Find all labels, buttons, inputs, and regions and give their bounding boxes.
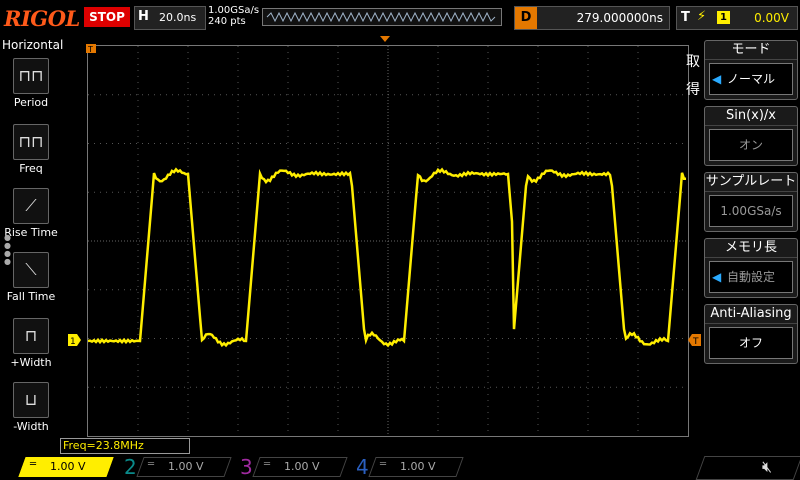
- measure-freq[interactable]: ⊓⊓ Freq: [0, 124, 62, 175]
- trigger-time-marker-icon: [380, 36, 390, 42]
- horizontal-measure-panel: Horizontal ⊓⊓ Period ⊓⊓ Freq ⟋ Rise Time…: [0, 38, 64, 448]
- channel-2-tab[interactable]: 2 ═ 1.00 V: [118, 454, 233, 480]
- freq-icon: ⊓⊓: [13, 124, 49, 160]
- trigger-channel: 1: [717, 11, 730, 24]
- overview-wave-icon: [266, 11, 496, 23]
- measure-negative-width[interactable]: ⊔ -Width: [0, 382, 62, 433]
- mode-softkey[interactable]: モード ◀ ノーマル: [704, 40, 798, 100]
- waveform-overview-bar: [262, 8, 502, 26]
- measure-period[interactable]: ⊓⊓ Period: [0, 58, 62, 109]
- trigger-box[interactable]: T ⚡ 1 0.00V: [676, 6, 798, 30]
- delay-box[interactable]: D 279.000000ns: [514, 6, 670, 30]
- dc-coupling-icon: ═: [148, 459, 155, 470]
- timebase-key: H: [138, 9, 149, 24]
- dc-coupling-icon: ═: [30, 459, 37, 470]
- sinx-value: オン: [709, 129, 793, 161]
- panel-title: Horizontal: [2, 38, 64, 52]
- memory-depth-value: ◀ 自動設定: [709, 261, 793, 293]
- status-area: [695, 456, 800, 480]
- page-dots-icon: ● ● ● ●: [4, 233, 11, 266]
- dc-coupling-icon: ═: [264, 459, 271, 470]
- speaker-mute-icon[interactable]: 🔇︎: [762, 457, 772, 477]
- brand-logo: RIGOL: [4, 6, 80, 31]
- svg-text:T: T: [87, 45, 93, 54]
- svg-text:1: 1: [70, 337, 76, 346]
- measure-positive-width[interactable]: ⊓ +Width: [0, 318, 62, 369]
- anti-aliasing-value: オフ: [709, 327, 793, 359]
- mode-value: ◀ ノーマル: [709, 63, 793, 95]
- timebase-box[interactable]: H 20.0ns: [134, 6, 206, 30]
- sample-rate-softkey[interactable]: サンプルレート 1.00GSa/s: [704, 172, 798, 232]
- frequency-readout: Freq=23.8MHz: [60, 438, 190, 454]
- memory-depth-softkey[interactable]: メモリ長 ◀ 自動設定: [704, 238, 798, 298]
- rise-time-icon: ⟋: [13, 188, 49, 224]
- trigger-position-marker-icon: T: [86, 44, 96, 54]
- channel-bar: 1 ═ 1.00 V 2 ═ 1.00 V 3 ═ 1.00 V 4 ═ 1.0…: [0, 454, 800, 480]
- select-arrow-icon: ◀: [712, 270, 722, 284]
- negative-width-icon: ⊔: [13, 382, 49, 418]
- run-stop-button[interactable]: STOP: [84, 7, 130, 27]
- trigger-key: T: [681, 10, 690, 25]
- measure-rise-time[interactable]: ⟋ Rise Time: [0, 188, 62, 239]
- delay-key: D: [515, 7, 537, 29]
- trigger-level-marker-icon[interactable]: T: [688, 334, 702, 346]
- sample-rate: 1.00GSa/s: [208, 5, 260, 16]
- timebase-value: 20.0ns: [159, 11, 197, 24]
- trigger-level: 0.00V: [754, 11, 789, 25]
- delay-value: 279.000000ns: [576, 11, 663, 25]
- sample-rate-value: 1.00GSa/s: [709, 195, 793, 227]
- acquire-menu-label: 取得: [686, 54, 700, 98]
- sample-info: 1.00GSa/s 240 pts: [208, 5, 259, 27]
- positive-width-icon: ⊓: [13, 318, 49, 354]
- fall-time-icon: ⟍: [13, 252, 49, 288]
- waveform-display[interactable]: [87, 45, 689, 437]
- channel1-ground-marker-icon[interactable]: 1: [68, 334, 82, 346]
- anti-aliasing-softkey[interactable]: Anti-Aliasing オフ: [704, 304, 798, 364]
- channel-1-tab[interactable]: 1 ═ 1.00 V: [0, 454, 115, 480]
- select-arrow-icon: ◀: [712, 72, 722, 86]
- top-status-bar: RIGOL STOP H 20.0ns 1.00GSa/s 240 pts D …: [0, 0, 800, 34]
- rising-edge-icon: ⚡: [697, 9, 707, 24]
- graticule: [87, 46, 688, 436]
- sinx-softkey[interactable]: Sin(x)/x オン: [704, 106, 798, 166]
- svg-text:T: T: [692, 337, 699, 346]
- dc-coupling-icon: ═: [380, 459, 387, 470]
- acquire-menu: モード ◀ ノーマル Sin(x)/x オン サンプルレート 1.00GSa/s …: [704, 40, 800, 436]
- channel-3-tab[interactable]: 3 ═ 1.00 V: [234, 454, 349, 480]
- channel-1-trace: [87, 167, 686, 348]
- period-icon: ⊓⊓: [13, 58, 49, 94]
- channel-4-tab[interactable]: 4 ═ 1.00 V: [350, 454, 465, 480]
- memory-depth: 240 pts: [208, 16, 246, 27]
